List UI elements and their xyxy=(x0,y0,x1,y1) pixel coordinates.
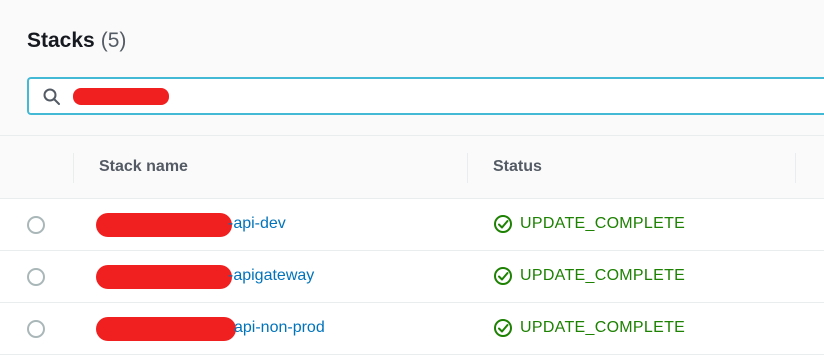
status-text: UPDATE_COMPLETE xyxy=(520,267,686,284)
row-select-radio[interactable] xyxy=(27,320,45,338)
status-cell: UPDATE_COMPLETE xyxy=(493,318,685,338)
redacted-stack-name xyxy=(96,213,232,237)
row-select-radio[interactable] xyxy=(27,216,45,234)
column-header-stack-name[interactable]: Stack name xyxy=(99,158,188,176)
row-select-radio[interactable] xyxy=(27,268,45,286)
check-circle-icon xyxy=(494,267,512,285)
redacted-stack-name xyxy=(96,317,236,341)
status-cell: UPDATE_COMPLETE xyxy=(493,214,685,234)
redacted-stack-name xyxy=(96,265,232,289)
stack-count: (5) xyxy=(100,29,127,52)
status-text: UPDATE_COMPLETE xyxy=(520,215,686,232)
table-row[interactable]: -apigateway UPDATE_COMPLETE xyxy=(0,251,824,303)
table-row[interactable]: -api-dev UPDATE_COMPLETE xyxy=(0,199,824,251)
search-box[interactable] xyxy=(27,77,824,115)
table-header: Stack name Status xyxy=(0,136,824,199)
search-icon xyxy=(43,88,60,105)
stack-name-link[interactable]: api-non-prod xyxy=(234,319,325,337)
check-circle-icon xyxy=(494,319,512,337)
redacted-search-text xyxy=(73,88,169,105)
stack-name-link[interactable]: -apigateway xyxy=(228,267,314,285)
column-separator xyxy=(795,153,796,183)
panel-header: Stacks (5) xyxy=(0,0,824,136)
column-separator xyxy=(467,153,468,183)
column-separator xyxy=(73,153,74,183)
search-input[interactable] xyxy=(71,83,811,109)
table-row[interactable]: api-non-prod UPDATE_COMPLETE xyxy=(0,303,824,355)
status-text: UPDATE_COMPLETE xyxy=(520,319,686,336)
page-title-text: Stacks xyxy=(27,29,95,52)
stack-name-link[interactable]: -api-dev xyxy=(228,215,286,233)
page-title: Stacks (5) xyxy=(27,29,126,53)
status-cell: UPDATE_COMPLETE xyxy=(493,266,685,286)
stacks-panel: Stacks (5) Stack name Status -api-dev UPD… xyxy=(0,0,824,359)
check-circle-icon xyxy=(494,215,512,233)
column-header-status[interactable]: Status xyxy=(493,158,542,176)
